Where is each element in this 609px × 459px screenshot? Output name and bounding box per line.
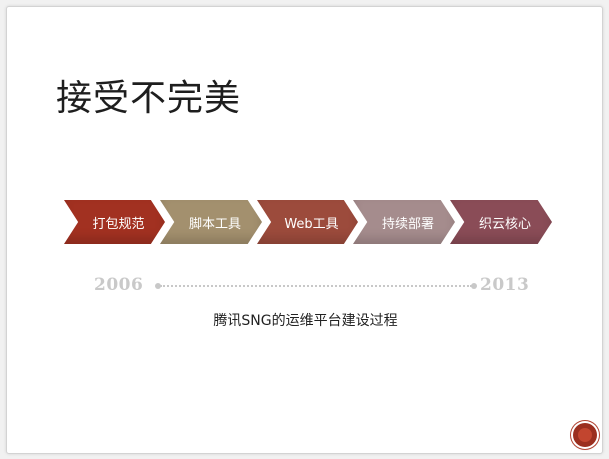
slide-title: 接受不完美	[56, 78, 242, 119]
timeline-start-year: 2006	[94, 275, 144, 295]
timeline-dots	[160, 285, 472, 287]
chevron-step-label: Web工具	[284, 216, 339, 232]
slide: 接受不完美 打包规范 脚本工具 Web工具 持续部署 织云核心 2006 201…	[6, 6, 603, 454]
chevron-step-label: 持续部署	[381, 216, 434, 232]
timeline-end-dot	[471, 283, 477, 289]
chevron-step-4: 持续部署	[353, 200, 455, 244]
timeline-dotted-line	[155, 283, 477, 289]
record-circle-icon	[578, 428, 592, 442]
chevron-step-label: 织云核心	[478, 216, 531, 232]
next-slide-button[interactable]	[573, 423, 597, 447]
chevron-step-3: Web工具	[257, 200, 358, 244]
chevron-step-5: 织云核心	[450, 200, 552, 244]
chevron-step-2: 脚本工具	[160, 200, 262, 244]
slide-caption: 腾讯SNG的运维平台建设过程	[213, 313, 398, 329]
chevron-step-label: 打包规范	[92, 216, 145, 232]
timeline-end-year: 2013	[480, 275, 530, 295]
chevron-step-1: 打包规范	[64, 200, 165, 244]
chevron-step-label: 脚本工具	[188, 216, 241, 232]
